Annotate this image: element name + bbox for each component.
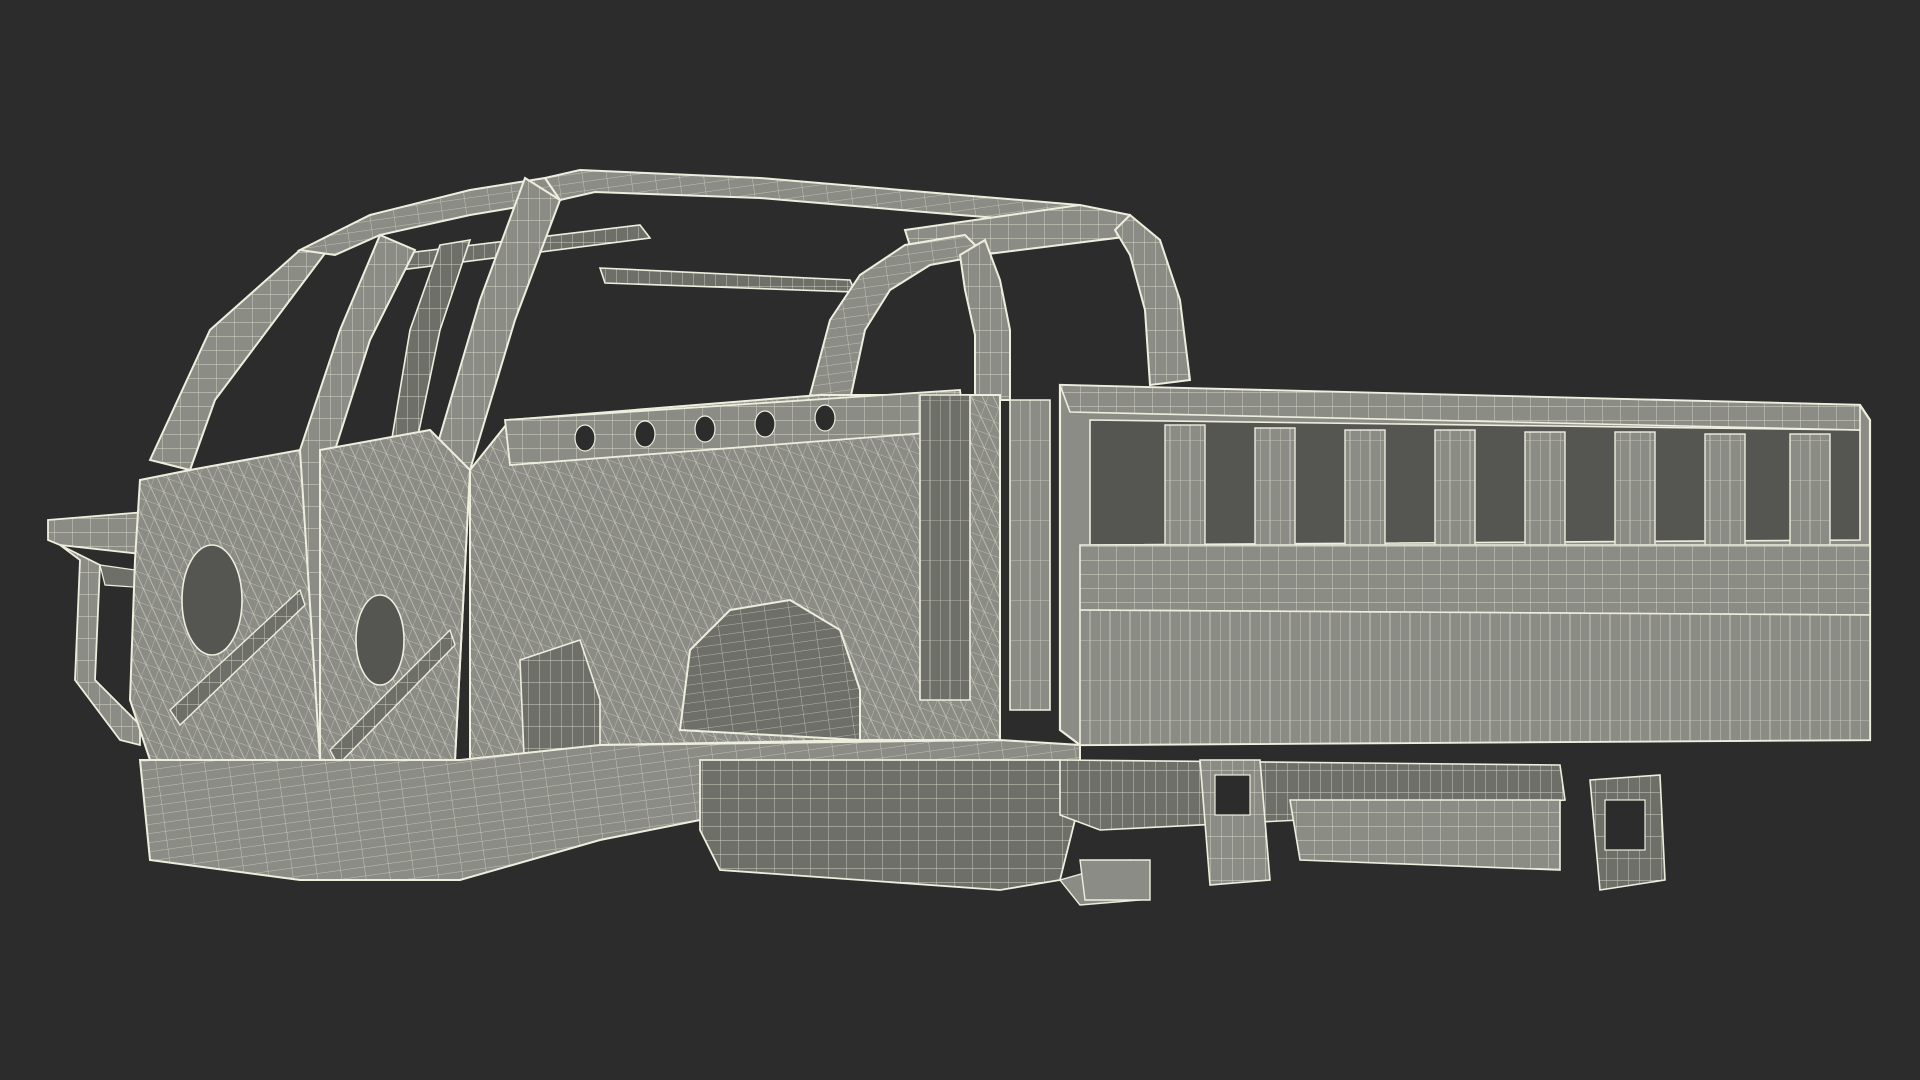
front-door-panel: [128, 448, 322, 772]
wireframe-render: [47, 168, 1872, 906]
bed-side-panel: [1058, 383, 1872, 747]
rear-speaker-hole: [355, 594, 405, 686]
hitch-opening: [1604, 799, 1646, 851]
rear-door-panel: [319, 428, 472, 772]
crossmember-opening: [1214, 774, 1251, 816]
underbody-frame: [138, 738, 1666, 906]
render-viewport: [0, 0, 1920, 1080]
mount-bracket: [1079, 859, 1151, 901]
speaker-hole: [181, 544, 243, 656]
